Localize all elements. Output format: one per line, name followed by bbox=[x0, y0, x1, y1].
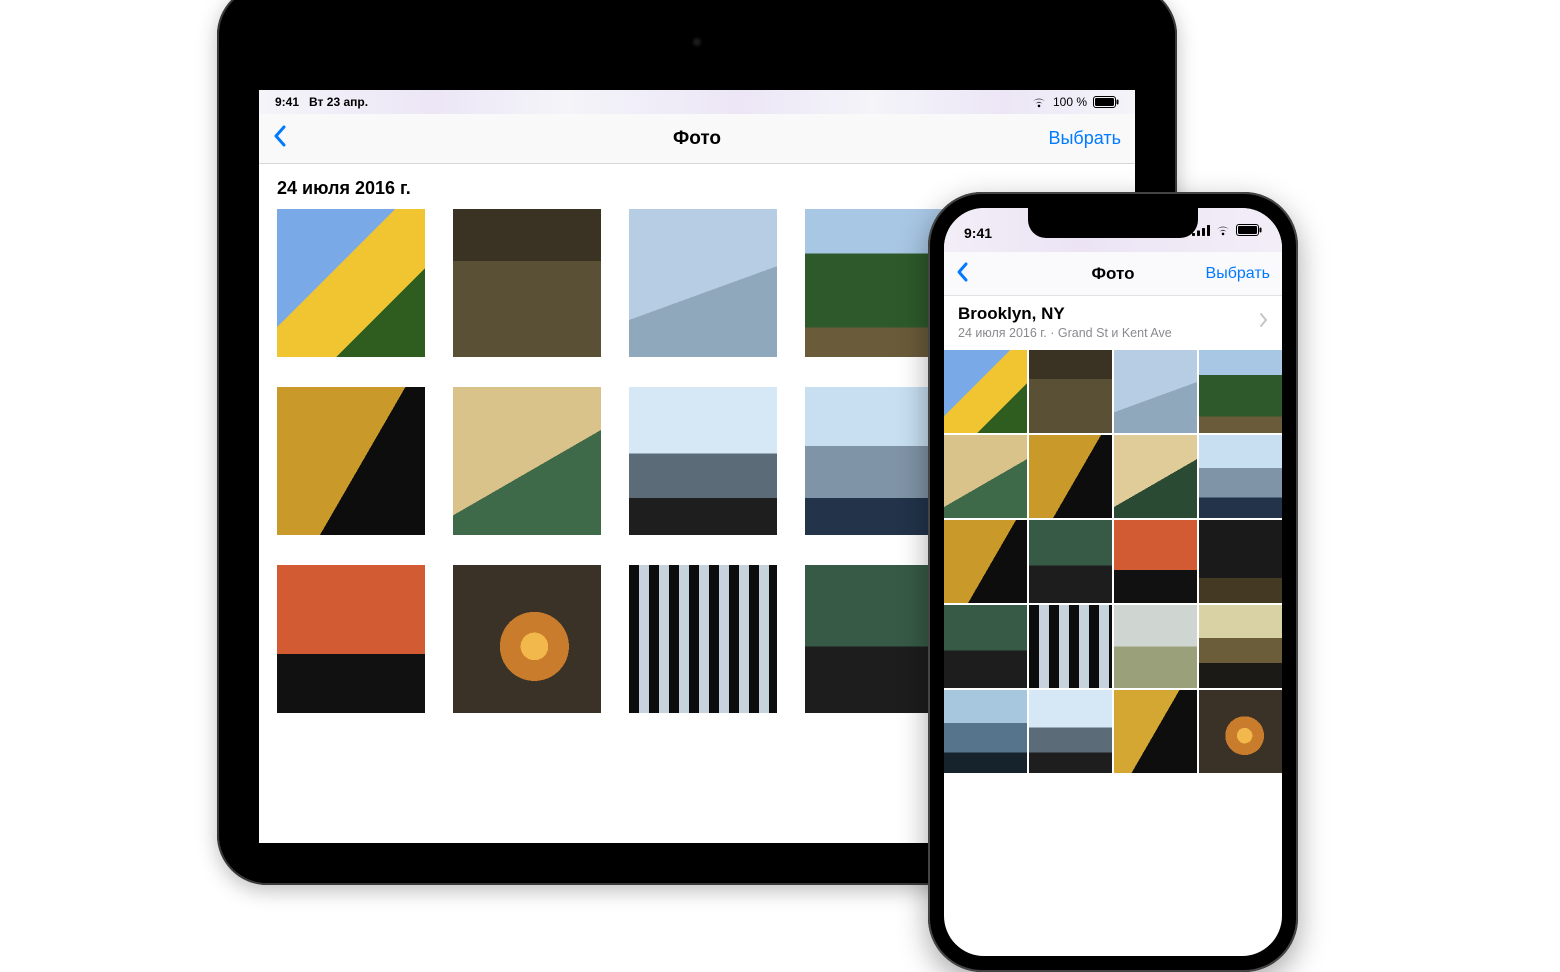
iphone-nav-bar: Фото Выбрать bbox=[944, 252, 1282, 296]
photo-thumbnail[interactable] bbox=[1199, 350, 1282, 433]
location-title: Brooklyn, NY bbox=[958, 304, 1172, 324]
status-left: 9:41 Вт 23 апр. bbox=[275, 95, 368, 109]
wifi-icon bbox=[1031, 96, 1047, 108]
iphone-screen: 9:41 Фото Выбрать Brooklyn, bbox=[944, 208, 1282, 956]
photo-thumbnail[interactable] bbox=[1029, 520, 1112, 603]
photo-thumbnail[interactable] bbox=[1114, 605, 1197, 688]
wifi-icon bbox=[1215, 223, 1231, 239]
photo-thumbnail[interactable] bbox=[1029, 690, 1112, 773]
status-time: 9:41 bbox=[275, 95, 299, 109]
photo-thumbnail[interactable] bbox=[453, 209, 601, 357]
chevron-right-icon bbox=[1259, 311, 1268, 334]
photo-thumbnail[interactable] bbox=[944, 605, 1027, 688]
battery-icon bbox=[1236, 223, 1262, 239]
location-subtitle: 24 июля 2016 г. · Grand St и Kent Ave bbox=[958, 326, 1172, 340]
battery-icon bbox=[1093, 96, 1119, 108]
photo-thumbnail[interactable] bbox=[944, 690, 1027, 773]
iphone-location-header[interactable]: Brooklyn, NY 24 июля 2016 г. · Grand St … bbox=[944, 296, 1282, 350]
photo-thumbnail[interactable] bbox=[277, 209, 425, 357]
photo-thumbnail[interactable] bbox=[629, 209, 777, 357]
photo-thumbnail[interactable] bbox=[1199, 520, 1282, 603]
status-time: 9:41 bbox=[964, 225, 992, 241]
photo-thumbnail[interactable] bbox=[1029, 435, 1112, 518]
location-block: Brooklyn, NY 24 июля 2016 г. · Grand St … bbox=[958, 304, 1172, 340]
photo-thumbnail[interactable] bbox=[1114, 690, 1197, 773]
photo-thumbnail[interactable] bbox=[1029, 350, 1112, 433]
photo-thumbnail[interactable] bbox=[277, 565, 425, 713]
photo-thumbnail[interactable] bbox=[944, 350, 1027, 433]
photo-thumbnail[interactable] bbox=[453, 387, 601, 535]
status-date: Вт 23 апр. bbox=[309, 95, 368, 109]
photo-thumbnail[interactable] bbox=[1199, 435, 1282, 518]
select-button[interactable]: Выбрать bbox=[1048, 128, 1121, 149]
photo-thumbnail[interactable] bbox=[453, 565, 601, 713]
photo-thumbnail[interactable] bbox=[1114, 520, 1197, 603]
photo-thumbnail[interactable] bbox=[944, 435, 1027, 518]
status-battery-text: 100 % bbox=[1053, 95, 1087, 109]
back-button[interactable] bbox=[273, 124, 287, 153]
status-right bbox=[1192, 223, 1262, 239]
ipad-camera-dot bbox=[692, 37, 702, 47]
photo-thumbnail[interactable] bbox=[1114, 435, 1197, 518]
photo-thumbnail[interactable] bbox=[629, 387, 777, 535]
photo-thumbnail[interactable] bbox=[944, 520, 1027, 603]
photo-thumbnail[interactable] bbox=[629, 565, 777, 713]
nav-title: Фото bbox=[259, 128, 1135, 150]
select-button[interactable]: Выбрать bbox=[1206, 265, 1270, 283]
iphone-notch bbox=[1028, 208, 1198, 238]
status-right: 100 % bbox=[1031, 95, 1119, 109]
ipad-nav-bar: Фото Выбрать bbox=[259, 114, 1135, 164]
ipad-status-bar: 9:41 Вт 23 апр. 100 % bbox=[259, 90, 1135, 114]
iphone-device: 9:41 Фото Выбрать Brooklyn, bbox=[928, 192, 1298, 972]
photo-thumbnail[interactable] bbox=[1199, 690, 1282, 773]
photo-thumbnail[interactable] bbox=[1114, 350, 1197, 433]
photo-thumbnail[interactable] bbox=[1199, 605, 1282, 688]
iphone-photo-grid bbox=[944, 350, 1282, 773]
back-button[interactable] bbox=[956, 261, 969, 287]
photo-thumbnail[interactable] bbox=[277, 387, 425, 535]
photo-thumbnail[interactable] bbox=[1029, 605, 1112, 688]
